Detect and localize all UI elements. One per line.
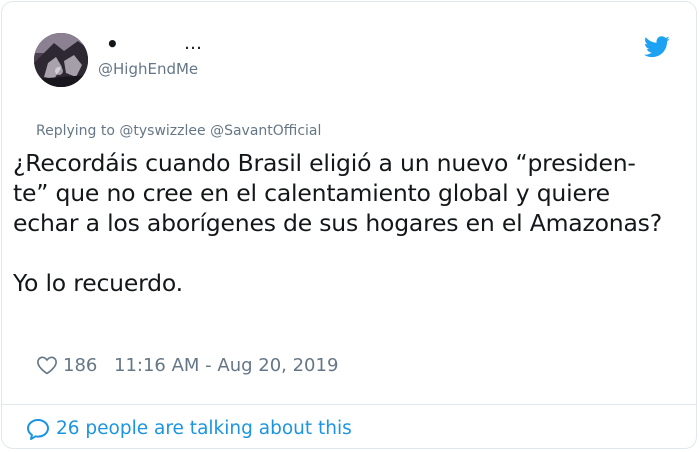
replying-to: Replying to @tyswizzlee @SavantOfficial [36, 122, 321, 140]
mention-link[interactable]: @tyswizzlee [119, 123, 205, 139]
speech-bubble-icon [27, 419, 49, 440]
divider [2, 404, 696, 405]
heart-outline-icon[interactable] [36, 354, 58, 376]
display-name-dot: • [106, 32, 119, 56]
replying-prefix: Replying to [36, 123, 115, 139]
user-handle[interactable]: @HighEndMe [98, 60, 198, 78]
display-name-ellipsis: … [184, 33, 202, 54]
profile-photo-icon [34, 33, 88, 87]
talking-about-text: 26 people are talking about this [56, 418, 352, 439]
mention-link[interactable]: @SavantOfficial [210, 123, 321, 139]
tweet-card: • … @HighEndMe Replying to @tyswizzlee @… [1, 1, 697, 449]
avatar[interactable] [34, 33, 88, 87]
timestamp[interactable]: 11:16 AM - Aug 20, 2019 [114, 353, 338, 379]
twitter-bird-icon[interactable] [644, 36, 670, 58]
like-count[interactable]: 186 [63, 353, 97, 379]
tweet-text: ¿Recordáis cuando Brasil eligió a un nue… [13, 149, 662, 297]
